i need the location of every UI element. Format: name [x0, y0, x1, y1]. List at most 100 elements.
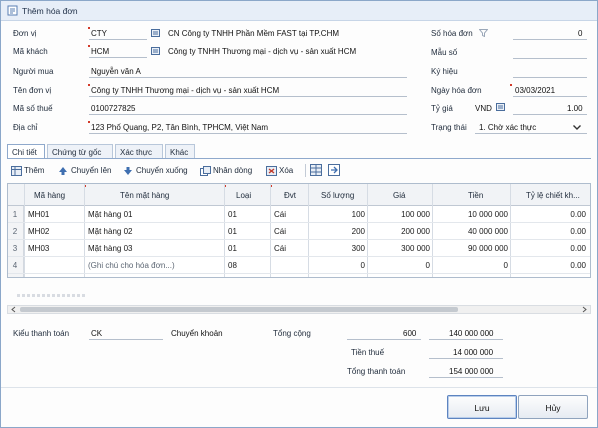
cell-tien[interactable]: 0 — [434, 261, 508, 270]
required-mark — [88, 121, 90, 123]
cell-ty-le-chiet-khau[interactable]: 0.00 — [512, 227, 586, 236]
field-underline — [89, 133, 407, 134]
cell-gia[interactable]: 200 000 — [369, 227, 430, 236]
ngay-hoa-don-label: Ngày hóa đơn — [431, 86, 482, 95]
nguoi-mua-field[interactable]: Nguyễn văn A — [91, 67, 141, 76]
table-row[interactable]: 2 MH02 Mặt hàng 02 01 Cái 200 200 000 40 000 00… — [8, 223, 590, 240]
trang-thai-select[interactable]: 1. Chờ xác thực — [479, 123, 536, 132]
field-underline — [89, 339, 163, 340]
cell-ten-mat-hang[interactable]: Mặt hàng 03 — [88, 244, 222, 253]
save-label: Lưu — [474, 403, 490, 413]
nguoi-mua-label: Người mua — [13, 67, 54, 76]
field-underline — [429, 377, 503, 378]
cell-so-luong[interactable]: 0 — [310, 261, 365, 270]
cell-ty-le-chiet-khau[interactable]: 0.00 — [512, 210, 586, 219]
don-vi-code-field[interactable]: CTY — [91, 29, 107, 38]
invoice-app-icon — [7, 5, 18, 16]
tong-cong-value: 140 000 000 — [449, 329, 494, 338]
cell-loai[interactable]: 08 — [228, 261, 268, 270]
col-ten-mat-hang[interactable]: Tên mặt hàng — [120, 191, 169, 200]
col-loai[interactable]: Loại — [236, 191, 251, 200]
cell-loai[interactable]: 01 — [228, 210, 268, 219]
cell-ty-le-chiet-khau[interactable]: 0.00 — [512, 261, 586, 270]
cell-ma-hang[interactable]: MH01 — [28, 210, 82, 219]
cell-so-luong[interactable]: 200 — [310, 227, 365, 236]
scroll-right-icon[interactable] — [580, 306, 589, 313]
ten-don-vi-field[interactable]: Công ty TNHH Thương mại - dịch vụ - sản … — [91, 86, 279, 95]
tab-chung-tu-goc[interactable]: Chứng từ gốc — [47, 144, 113, 159]
tab-chi-tiet[interactable]: Chi tiết — [7, 144, 45, 159]
scroll-thumb[interactable] — [20, 307, 458, 312]
col-ma-hang[interactable]: Mã hàng — [34, 191, 65, 200]
cell-ty-le-chiet-khau[interactable]: 0.00 — [512, 244, 586, 253]
lookup-icon[interactable] — [496, 103, 506, 112]
grid-header: Mã hàng Tên mặt hàng Loại Đvt Số lượng G… — [8, 184, 590, 206]
kieu-thanh-toan-name: Chuyển khoản — [171, 329, 223, 338]
move-up-button[interactable]: Chuyển lên — [58, 165, 118, 177]
cell-loai[interactable]: 01 — [228, 244, 268, 253]
chevron-down-icon[interactable] — [573, 125, 581, 130]
cancel-button[interactable]: Hủy — [518, 395, 588, 419]
cell-tien[interactable]: 90 000 000 — [434, 244, 508, 253]
window-title: Thêm hóa đơn — [22, 6, 78, 16]
save-button[interactable]: Lưu — [447, 395, 517, 419]
export-excel-icon[interactable] — [310, 164, 322, 176]
so-hoa-don-field[interactable]: 0 — [578, 29, 582, 38]
kieu-thanh-toan-code-field[interactable]: CK — [91, 329, 102, 338]
tong-thanh-toan-value: 154 000 000 — [449, 367, 494, 376]
copy-row-button[interactable]: Nhân dòng — [200, 165, 258, 177]
cell-tien[interactable]: 10 000 000 — [434, 210, 508, 219]
ty-gia-currency[interactable]: VND — [475, 104, 492, 113]
col-dvt[interactable]: Đvt — [284, 191, 296, 200]
col-gia[interactable]: Giá — [393, 191, 405, 200]
cell-ten-mat-hang[interactable]: Mặt hàng 01 — [88, 210, 222, 219]
ty-gia-label: Tỷ giá — [431, 104, 453, 113]
field-underline — [475, 133, 587, 134]
ma-so-thue-field[interactable]: 0100727825 — [91, 104, 136, 113]
table-row[interactable]: 1 MH01 Mặt hàng 01 01 Cái 100 100 000 10 000 00… — [8, 206, 590, 223]
col-ty-le-chiet-khau[interactable]: Tỷ lệ chiết kh... — [526, 191, 580, 200]
delete-button[interactable]: Xóa — [266, 165, 300, 177]
cell-dvt[interactable]: Cái — [274, 210, 306, 219]
scroll-left-icon[interactable] — [9, 306, 18, 313]
cell-ma-hang[interactable]: MH02 — [28, 227, 82, 236]
cell-dvt[interactable]: Cái — [274, 244, 306, 253]
col-so-luong[interactable]: Số lượng — [321, 191, 354, 200]
add-button[interactable]: Thêm — [11, 165, 51, 177]
dia-chi-label: Địa chỉ — [13, 123, 38, 132]
filter-icon[interactable] — [479, 29, 488, 37]
dia-chi-field[interactable]: 123 Phố Quang, P2, Tân Bình, TPHCM, Việt… — [91, 123, 268, 132]
import-icon[interactable] — [328, 164, 340, 176]
cell-ma-hang[interactable]: MH03 — [28, 244, 82, 253]
table-row[interactable]: 4 (Ghi chú cho hóa đơn...) 08 0 0 0 0.00 — [8, 257, 590, 274]
cell-gia[interactable]: 0 — [369, 261, 430, 270]
horizontal-scrollbar[interactable] — [7, 305, 591, 314]
cell-dvt[interactable]: Cái — [274, 227, 306, 236]
grid-add-icon — [11, 166, 22, 176]
cell-gia[interactable]: 300 000 — [369, 244, 430, 253]
lookup-icon[interactable] — [151, 29, 161, 38]
cell-loai[interactable]: 01 — [228, 227, 268, 236]
ngay-hoa-don-field[interactable]: 03/03/2021 — [515, 86, 555, 95]
cancel-label: Hủy — [545, 403, 561, 413]
table-row[interactable]: 3 MH03 Mặt hàng 03 01 Cái 300 300 000 90 000 00… — [8, 240, 590, 257]
tong-thanh-toan-label: Tổng thanh toán — [347, 367, 406, 376]
required-mark — [510, 84, 512, 86]
col-tien[interactable]: Tiền — [468, 191, 483, 200]
cell-so-luong[interactable]: 100 — [310, 210, 365, 219]
lookup-icon[interactable] — [151, 47, 161, 56]
row-number: 3 — [12, 244, 18, 253]
ty-gia-field[interactable]: 1.00 — [567, 104, 583, 113]
tab-xac-thuc[interactable]: Xác thực — [115, 144, 163, 159]
arrow-up-icon — [59, 167, 67, 175]
cell-gia[interactable]: 100 000 — [369, 210, 430, 219]
move-down-button[interactable]: Chuyển xuống — [123, 165, 195, 177]
cell-ten-mat-hang[interactable]: (Ghi chú cho hóa đơn...) — [88, 261, 222, 270]
field-underline — [513, 96, 587, 97]
ma-khach-code-field[interactable]: HCM — [91, 47, 109, 56]
cell-tien[interactable]: 40 000 000 — [434, 227, 508, 236]
cell-ten-mat-hang[interactable]: Mặt hàng 02 — [88, 227, 222, 236]
tab-khac[interactable]: Khác — [165, 144, 195, 159]
cell-so-luong[interactable]: 300 — [310, 244, 365, 253]
field-underline — [89, 114, 407, 115]
